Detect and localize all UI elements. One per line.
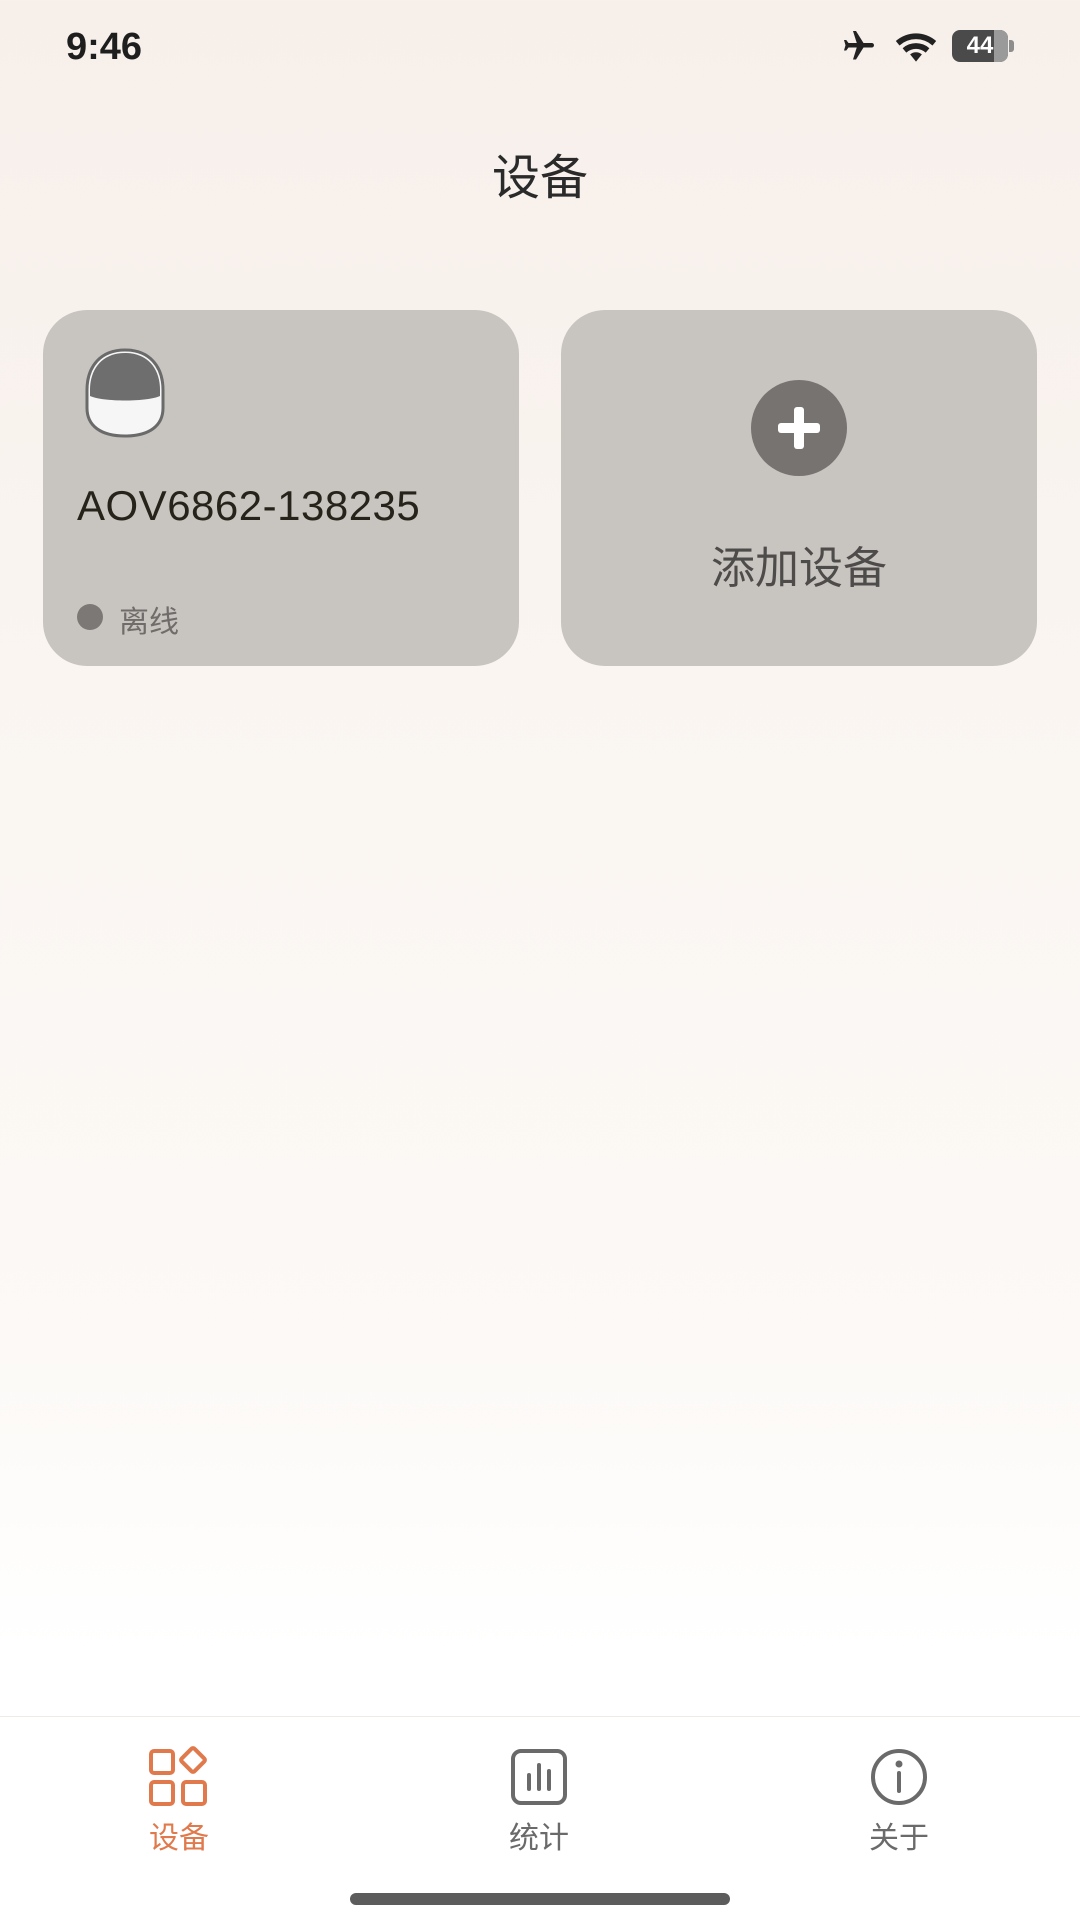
bottom-nav: 设备 统计 关于 bbox=[0, 1716, 1080, 1921]
page-title: 设备 bbox=[491, 150, 588, 206]
battery-level: 44 bbox=[966, 32, 994, 59]
camera-device-icon bbox=[83, 346, 167, 438]
nav-tab-about[interactable]: 关于 bbox=[799, 1745, 999, 1856]
add-device-card[interactable]: 添加设备 bbox=[561, 310, 1037, 666]
grid-apps-icon bbox=[79, 1745, 279, 1809]
device-status-label: 离线 bbox=[119, 605, 179, 640]
device-card[interactable]: AOV6862-138235 离线 bbox=[43, 310, 519, 666]
nav-tab-stats[interactable]: 统计 bbox=[439, 1745, 639, 1856]
status-bar: 9:46 44 bbox=[0, 0, 1080, 100]
airplane-icon bbox=[838, 28, 880, 64]
nav-tab-devices[interactable]: 设备 bbox=[79, 1745, 279, 1856]
device-name: AOV6862-138235 bbox=[77, 482, 421, 529]
nav-label-devices: 设备 bbox=[149, 1821, 209, 1856]
nav-label-stats: 统计 bbox=[509, 1821, 569, 1856]
add-device-label: 添加设备 bbox=[711, 543, 887, 594]
plus-icon bbox=[751, 380, 847, 476]
nav-label-about: 关于 bbox=[869, 1821, 929, 1856]
info-icon bbox=[799, 1745, 999, 1809]
battery-icon: 44 bbox=[952, 30, 1014, 62]
status-icons: 44 bbox=[838, 28, 1014, 64]
offline-status-dot bbox=[77, 604, 103, 630]
home-indicator[interactable] bbox=[350, 1893, 730, 1905]
wifi-icon bbox=[894, 29, 938, 63]
bar-chart-icon bbox=[439, 1745, 639, 1809]
status-time: 9:46 bbox=[66, 26, 143, 68]
